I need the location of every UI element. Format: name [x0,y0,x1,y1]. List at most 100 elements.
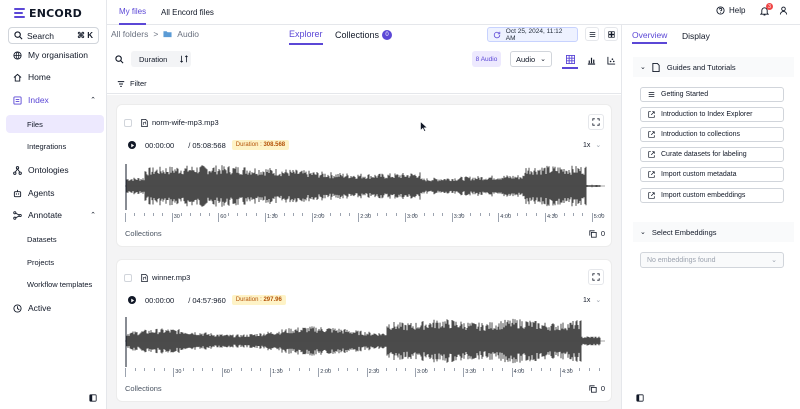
collapse-panel-icon[interactable] [635,393,644,402]
play-button[interactable] [128,141,136,149]
sidebar-item-annotate[interactable]: Annotate ⌃ [6,206,104,224]
date-picker-button[interactable]: Oct 25, 2024, 11:12 AM [487,27,578,42]
ruler-tick [492,368,494,371]
sidebar-item-my-organisation[interactable]: My organisation [6,46,104,64]
embeddings-section-header[interactable]: ⌄ Select Embeddings [633,222,794,242]
ruler-tick [190,213,192,216]
brand-logo[interactable]: ENCORD [14,6,82,20]
playback-speed-select[interactable]: 1x ⌄ [583,141,601,149]
collections-count[interactable]: 0 [589,384,605,393]
expand-button[interactable] [588,269,604,285]
collapse-sidebar-icon[interactable] [88,393,97,402]
ruler-tick [212,368,213,371]
ruler-tick [209,213,210,216]
ruler-label: 60 [220,214,227,220]
sidebar-item-ontologies[interactable]: Ontologies [6,161,104,179]
ruler-tick [517,213,518,216]
time-ruler: 30 60 1:30 2:00 2:30 3:00 3:30 4:00 4:30 [125,368,605,377]
ruler-tick [479,213,481,216]
file-select-checkbox[interactable] [124,274,132,282]
sidebar-item-files[interactable]: Files [6,115,104,133]
ruler-label: 60 [223,369,230,375]
sort-duration-button[interactable]: Duration [131,51,191,67]
ruler-tick [591,213,593,222]
guide-import-metadata[interactable]: Import custom metadata [640,167,784,182]
guides-section-header[interactable]: ⌄ Guides and Tutorials [633,57,794,77]
ruler-tick [153,213,154,216]
play-button[interactable] [128,296,136,304]
ruler-tick [482,368,484,371]
ruler-tick [573,213,574,216]
expand-button[interactable] [588,114,604,130]
sidebar-item-integrations[interactable]: Integrations [6,137,104,155]
tab-my-files[interactable]: My files [119,0,147,25]
audio-file-card[interactable]: winner.mp3 00:00:00 / 04:57:960 Duration… [116,259,612,402]
notifications-button[interactable]: 3 [760,3,773,18]
scatter-view-tab[interactable] [603,51,619,69]
ruler-label: 30 [173,214,180,220]
ruler-tick [433,213,434,216]
collections-count[interactable]: 0 [589,229,605,238]
sidebar-item-datasets[interactable]: Datasets [6,230,104,248]
search-button[interactable]: Search ⌘ K [8,27,99,44]
ruler-tick [498,213,500,222]
guide-getting-started[interactable]: Getting Started [640,87,784,102]
external-link-icon [647,130,656,139]
sort-label: Duration [139,54,168,64]
duration-value: 297.96 [263,297,282,303]
guide-label: Curate datasets for labeling [661,151,747,158]
data-type-select[interactable]: Audio ⌄ [510,51,552,67]
guide-intro-collections[interactable]: Introduction to collections [640,127,784,142]
ruler-label: 2:00 [320,369,332,375]
ruler-tick [339,213,341,216]
ruler-tick [265,213,266,222]
ruler-tick [221,368,223,377]
audio-file-card[interactable]: norm-wife-mp3.mp3 00:00:00 / 05:08:568 D… [116,104,612,247]
sidebar-item-workflow-templates[interactable]: Workflow templates [6,275,104,293]
filter-button[interactable]: Filter [107,74,621,94]
tab-display[interactable]: Display [682,27,710,44]
tab-collections[interactable]: Collections 0 [335,25,393,45]
collections-label: Collections [125,384,162,393]
ruler-tick [489,213,490,216]
guide-intro-index-explorer[interactable]: Introduction to Index Explorer [640,107,784,122]
guide-import-embeddings[interactable]: Import custom embeddings [640,188,784,203]
file-select-checkbox[interactable] [124,119,132,127]
search-icon[interactable] [115,55,124,64]
help-button[interactable]: Help [716,6,745,15]
sidebar-item-home[interactable]: Home [6,68,104,86]
audio-waveform[interactable] [125,160,605,212]
ruler-tick [531,368,532,371]
scatter-icon [606,56,616,65]
audio-waveform[interactable] [125,315,605,367]
breadcrumb-root[interactable]: All folders [111,29,148,39]
playback-speed-select[interactable]: 1x ⌄ [583,296,601,304]
user-profile-button[interactable] [779,6,788,17]
ruler-tick [246,213,248,216]
list-view-button[interactable] [585,27,599,41]
chart-view-tab[interactable] [583,51,599,69]
tab-all-encord-files[interactable]: All Encord files [161,0,214,25]
tab-label: My files [119,7,147,16]
guide-label: Import custom metadata [661,171,737,178]
sidebar-item-projects[interactable]: Projects [6,253,104,271]
collections-row: Collections 0 [125,229,605,238]
select-value: Audio [516,54,536,64]
search-icon [14,31,23,40]
sidebar-item-index[interactable]: Index ⌃ [6,91,104,109]
date-label: Oct 25, 2024, 11:12 AM [505,27,563,42]
ruler-tick [308,368,310,371]
copy-icon [589,229,598,238]
tab-explorer[interactable]: Explorer [289,25,323,45]
embeddings-select[interactable]: No embeddings found ⌄ [640,252,784,268]
ruler-tick [395,368,397,371]
current-time: 00:00:00 [145,140,175,150]
grid-view-button[interactable] [604,27,618,41]
ruler-tick [598,368,600,371]
breadcrumb-current[interactable]: Audio [177,29,199,39]
table-view-tab[interactable] [562,51,578,69]
tab-overview[interactable]: Overview [632,27,668,44]
sidebar-item-active[interactable]: Active [6,299,104,317]
guide-curate-datasets[interactable]: Curate datasets for labeling [640,147,784,162]
sidebar-item-agents[interactable]: Agents [6,184,104,202]
